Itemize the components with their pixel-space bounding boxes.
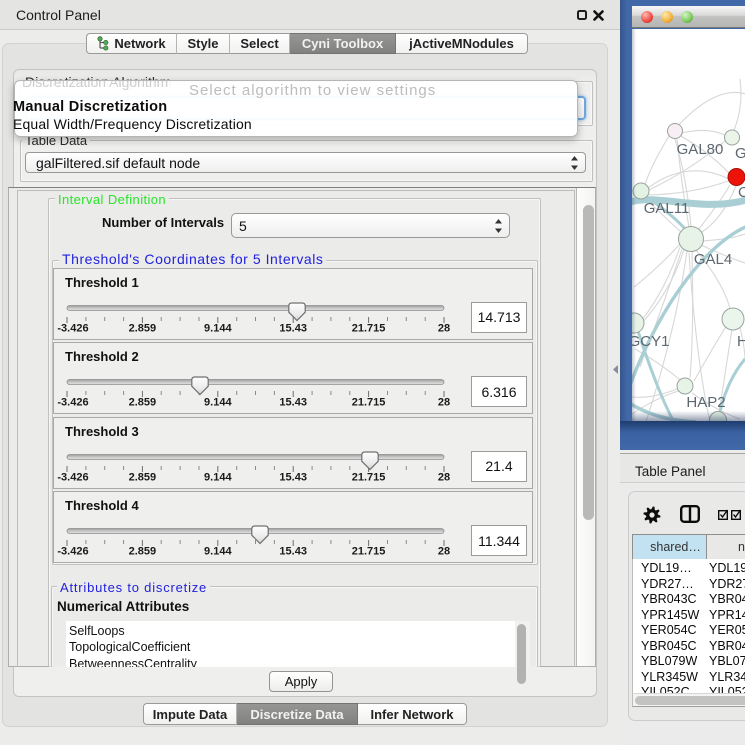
svg-text:28: 28: [438, 397, 450, 409]
svg-text:21.715: 21.715: [352, 546, 386, 558]
svg-text:15.43: 15.43: [279, 322, 307, 334]
svg-text:GAL80: GAL80: [677, 141, 724, 158]
svg-text:-3.426: -3.426: [57, 397, 88, 409]
svg-text:9.144: 9.144: [204, 471, 232, 483]
svg-text:15.43: 15.43: [279, 397, 307, 409]
svg-text:9.144: 9.144: [204, 546, 232, 558]
svg-text:21.715: 21.715: [352, 471, 386, 483]
svg-text:GCY1: GCY1: [632, 333, 669, 350]
svg-text:15.43: 15.43: [279, 546, 307, 558]
svg-text:15.43: 15.43: [279, 471, 307, 483]
svg-text:28: 28: [438, 546, 450, 558]
svg-text:-3.426: -3.426: [57, 471, 88, 483]
svg-text:HAP2: HAP2: [686, 394, 725, 411]
svg-text:G.: G.: [735, 145, 745, 162]
svg-text:9.144: 9.144: [204, 322, 232, 334]
svg-text:21.715: 21.715: [352, 397, 386, 409]
svg-text:GAL4: GAL4: [694, 251, 732, 268]
svg-text:28: 28: [438, 471, 450, 483]
svg-text:28: 28: [438, 322, 450, 334]
svg-text:2.859: 2.859: [129, 471, 157, 483]
svg-text:H: H: [737, 333, 745, 350]
svg-text:GAL11: GAL11: [644, 200, 690, 217]
svg-text:-3.426: -3.426: [57, 546, 88, 558]
svg-text:C: C: [738, 184, 745, 201]
svg-text:2.859: 2.859: [129, 546, 157, 558]
svg-text:2.859: 2.859: [129, 322, 157, 334]
svg-text:9.144: 9.144: [204, 397, 232, 409]
svg-text:2.859: 2.859: [129, 397, 157, 409]
svg-text:21.715: 21.715: [352, 322, 386, 334]
svg-text:-3.426: -3.426: [57, 322, 88, 334]
